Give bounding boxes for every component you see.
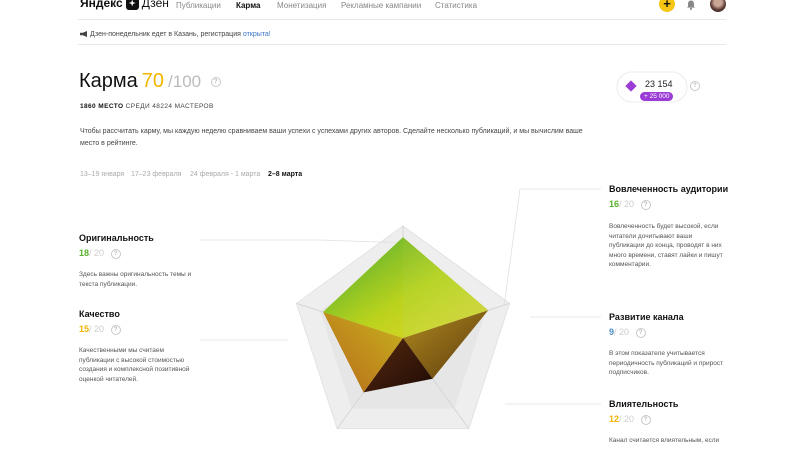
quality-help-icon[interactable]: ?	[110, 324, 121, 335]
influence-title: Влиятельность	[609, 399, 679, 409]
growth-score: 9/ 20 ?	[609, 327, 646, 338]
engagement-score-max: / 20	[619, 199, 635, 209]
originality-title: Оригинальность	[79, 233, 154, 243]
quality-description: Качественными мы считаем публикации с вы…	[79, 347, 190, 383]
growth-score-max: / 20	[614, 327, 630, 337]
engagement-score: 16/ 20 ?	[609, 199, 651, 210]
growth-help-icon[interactable]: ?	[635, 327, 646, 338]
engagement-description: Вовлеченность будет высокой, если читате…	[609, 223, 723, 268]
originality-score: 18/ 20 ?	[79, 248, 121, 259]
quality-score-value: 15	[79, 324, 90, 334]
originality-description: Здесь важны оригинальность темы и текста…	[79, 271, 192, 288]
growth-description: В этом показателе учитывается периодично…	[609, 350, 724, 376]
quality-score-max: / 20	[89, 324, 105, 334]
influence-score-value: 12	[609, 414, 620, 424]
influence-score-max: / 20	[619, 414, 635, 424]
leader-line-engagement	[503, 188, 601, 306]
originality-score-max: / 20	[89, 248, 105, 258]
quality-score: 15/ 20 ?	[79, 324, 121, 335]
originality-score-value: 18	[79, 248, 90, 258]
engagement-help-icon[interactable]: ?	[640, 199, 651, 210]
originality-help-icon[interactable]: ?	[110, 248, 121, 259]
engagement-score-value: 16	[609, 199, 620, 209]
engagement-title: Вовлеченность аудитории	[609, 184, 729, 194]
growth-title: Развитие канала	[609, 312, 684, 322]
influence-help-icon[interactable]: ?	[640, 414, 651, 425]
leader-line-originality	[200, 239, 404, 244]
influence-description: Канал считается влиятельным, если	[609, 437, 720, 444]
quality-title: Качество	[79, 309, 120, 319]
influence-score: 12/ 20 ?	[609, 414, 651, 425]
